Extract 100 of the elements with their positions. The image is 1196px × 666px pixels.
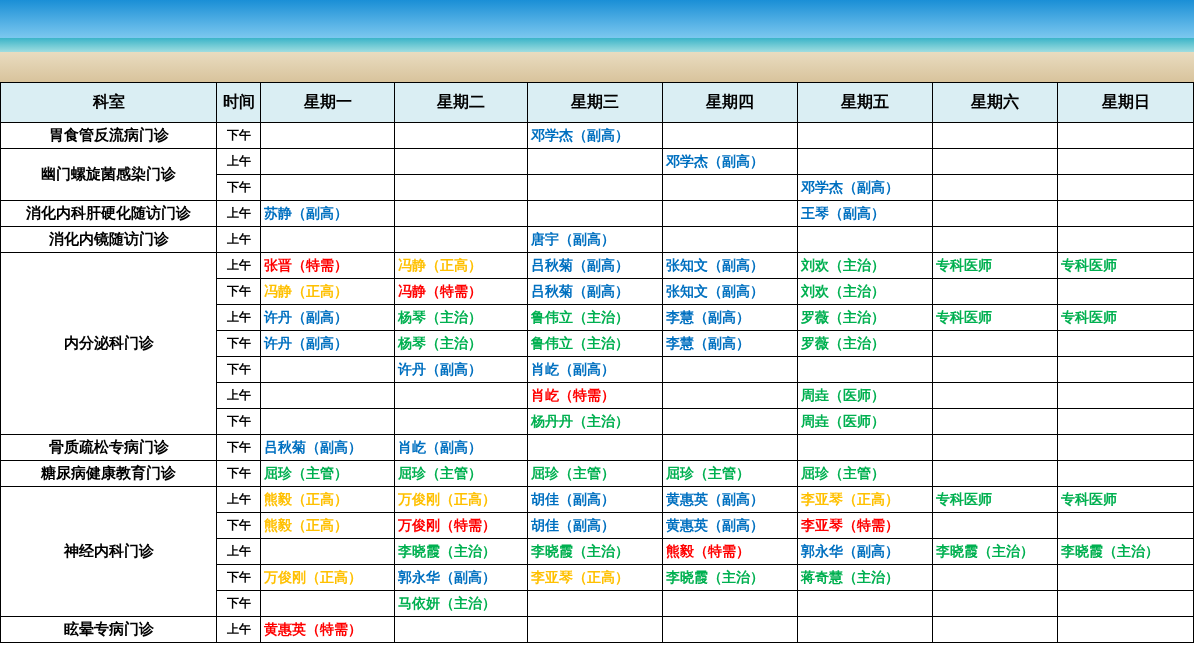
table-cell: 邓学杰（副高） bbox=[662, 148, 798, 175]
table-cell: 黄惠英（副高） bbox=[662, 512, 798, 539]
table-cell: 冯静（正高） bbox=[394, 252, 528, 279]
table-cell: 罗薇（主治） bbox=[797, 330, 933, 357]
table-cell: 屈珍（主管） bbox=[662, 460, 798, 487]
table-cell: 屈珍（主管） bbox=[797, 460, 933, 487]
table-cell: 李晓霞（主治） bbox=[932, 538, 1058, 565]
column-header: 时间 bbox=[216, 82, 261, 123]
table-cell: 肖屹（特需） bbox=[527, 382, 663, 409]
table-cell: 熊毅（正高） bbox=[260, 486, 395, 513]
table-cell: 许丹（副高） bbox=[394, 356, 528, 383]
table-cell: 王琴（副高） bbox=[797, 200, 933, 227]
column-header: 星期一 bbox=[260, 82, 395, 123]
table-cell: 熊毅（特需） bbox=[662, 538, 798, 565]
table-cell: 邓学杰（副高） bbox=[797, 174, 933, 201]
table-cell: 李慧（副高） bbox=[662, 330, 798, 357]
table-cell: 专科医师 bbox=[932, 486, 1058, 513]
time-cell: 上午 bbox=[216, 200, 261, 227]
table-cell: 邓学杰（副高） bbox=[527, 122, 663, 149]
table-cell: 胡佳（副高） bbox=[527, 486, 663, 513]
table-cell: 专科医师 bbox=[932, 252, 1058, 279]
column-header: 星期四 bbox=[662, 82, 798, 123]
table-cell: 李晓霞（主治） bbox=[662, 564, 798, 591]
table-cell: 张晋（特需） bbox=[260, 252, 395, 279]
table-cell: 专科医师 bbox=[1057, 486, 1194, 513]
department-cell: 糖尿病健康教育门诊 bbox=[0, 460, 217, 487]
time-cell: 上午 bbox=[216, 304, 261, 331]
table-cell: 李亚琴（特需） bbox=[797, 512, 933, 539]
column-header: 星期三 bbox=[527, 82, 663, 123]
time-cell: 上午 bbox=[216, 486, 261, 513]
column-header: 星期五 bbox=[797, 82, 933, 123]
table-cell: 刘欢（主治） bbox=[797, 252, 933, 279]
table-cell: 专科医师 bbox=[1057, 252, 1194, 279]
department-cell: 幽门螺旋菌感染门诊 bbox=[0, 148, 217, 201]
table-cell: 李慧（副高） bbox=[662, 304, 798, 331]
table-cell: 李亚琴（正高） bbox=[797, 486, 933, 513]
department-cell: 内分泌科门诊 bbox=[0, 252, 217, 435]
table-cell: 李亚琴（正高） bbox=[527, 564, 663, 591]
time-cell: 下午 bbox=[216, 278, 261, 305]
time-cell: 下午 bbox=[216, 356, 261, 383]
table-cell: 万俊刚（正高） bbox=[260, 564, 395, 591]
table-cell: 万俊刚（特需） bbox=[394, 512, 528, 539]
table-cell: 肖屹（副高） bbox=[394, 434, 528, 461]
table-cell: 万俊刚（正高） bbox=[394, 486, 528, 513]
time-cell: 上午 bbox=[216, 226, 261, 253]
time-cell: 下午 bbox=[216, 330, 261, 357]
time-cell: 下午 bbox=[216, 122, 261, 149]
column-header: 星期六 bbox=[932, 82, 1058, 123]
table-cell: 屈珍（主管） bbox=[260, 460, 395, 487]
table-cell: 罗薇（主治） bbox=[797, 304, 933, 331]
table-cell: 周垚（医师） bbox=[797, 408, 933, 435]
table-cell: 熊毅（正高） bbox=[260, 512, 395, 539]
time-cell: 上午 bbox=[216, 252, 261, 279]
column-header: 科室 bbox=[0, 82, 217, 123]
time-cell: 下午 bbox=[216, 460, 261, 487]
department-cell: 消化内科肝硬化随访门诊 bbox=[0, 200, 217, 227]
time-cell: 上午 bbox=[216, 148, 261, 175]
table-cell: 肖屹（副高） bbox=[527, 356, 663, 383]
table-cell: 杨丹丹（主治） bbox=[527, 408, 663, 435]
table-cell: 李晓霞（主治） bbox=[394, 538, 528, 565]
time-cell: 下午 bbox=[216, 408, 261, 435]
table-cell: 马依妍（主治） bbox=[394, 590, 528, 617]
table-cell: 许丹（副高） bbox=[260, 330, 395, 357]
table-cell: 吕秋菊（副高） bbox=[260, 434, 395, 461]
department-cell: 消化内镜随访门诊 bbox=[0, 226, 217, 253]
table-cell: 张知文（副高） bbox=[662, 252, 798, 279]
table-cell: 胡佳（副高） bbox=[527, 512, 663, 539]
table-cell: 屈珍（主管） bbox=[394, 460, 528, 487]
table-cell: 冯静（特需） bbox=[394, 278, 528, 305]
department-cell: 骨质疏松专病门诊 bbox=[0, 434, 217, 461]
table-cell: 黄惠英（特需） bbox=[260, 616, 395, 643]
time-cell: 下午 bbox=[216, 590, 261, 617]
table-cell: 周垚（医师） bbox=[797, 382, 933, 409]
table-cell: 吕秋菊（副高） bbox=[527, 252, 663, 279]
table-cell: 吕秋菊（副高） bbox=[527, 278, 663, 305]
table-cell: 李晓霞（主治） bbox=[527, 538, 663, 565]
table-cell: 郭永华（副高） bbox=[394, 564, 528, 591]
table-cell: 专科医师 bbox=[1057, 304, 1194, 331]
time-cell: 下午 bbox=[216, 174, 261, 201]
table-cell: 苏静（副高） bbox=[260, 200, 395, 227]
table-cell: 张知文（副高） bbox=[662, 278, 798, 305]
table-cell: 李晓霞（主治） bbox=[1057, 538, 1194, 565]
time-cell: 下午 bbox=[216, 434, 261, 461]
table-cell: 郭永华（副高） bbox=[797, 538, 933, 565]
table-cell: 冯静（正高） bbox=[260, 278, 395, 305]
table-cell: 杨琴（主治） bbox=[394, 304, 528, 331]
time-cell: 下午 bbox=[216, 564, 261, 591]
table-cell: 杨琴（主治） bbox=[394, 330, 528, 357]
table-cell: 专科医师 bbox=[932, 304, 1058, 331]
time-cell: 下午 bbox=[216, 512, 261, 539]
table-cell: 刘欢（主治） bbox=[797, 278, 933, 305]
time-cell: 上午 bbox=[216, 538, 261, 565]
table-cell: 黄惠英（副高） bbox=[662, 486, 798, 513]
department-cell: 神经内科门诊 bbox=[0, 486, 217, 617]
table-cell: 鲁伟立（主治） bbox=[527, 304, 663, 331]
time-cell: 上午 bbox=[216, 382, 261, 409]
table-cell: 唐宇（副高） bbox=[527, 226, 663, 253]
table-cell: 屈珍（主管） bbox=[527, 460, 663, 487]
time-cell: 上午 bbox=[216, 616, 261, 643]
department-cell: 眩晕专病门诊 bbox=[0, 616, 217, 643]
